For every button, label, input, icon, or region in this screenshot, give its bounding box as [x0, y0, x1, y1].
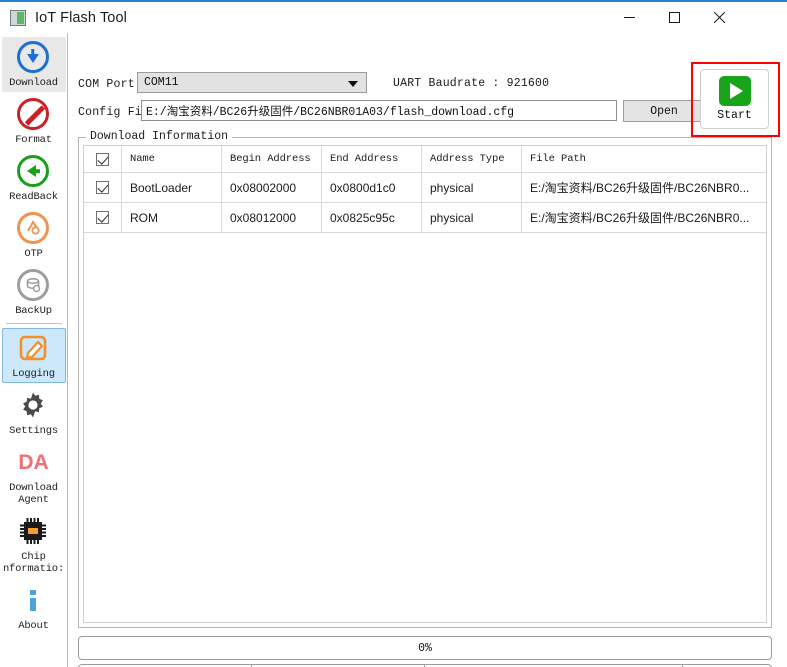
otp-circle-icon — [16, 212, 51, 246]
chip-icon — [17, 515, 51, 549]
com-port-label: COM Port — [78, 78, 135, 91]
sidebar-label-backup: BackUp — [15, 305, 52, 317]
row-end-address: 0x0800d1c0 — [322, 173, 422, 202]
minimize-button[interactable] — [607, 2, 652, 33]
header-end-address: End Address — [322, 146, 422, 172]
logging-pencil-icon — [17, 332, 51, 366]
sidebar-item-logging[interactable]: Logging — [1, 328, 66, 383]
row-checkbox-cell[interactable] — [84, 203, 122, 232]
com-port-value: COM11 — [144, 76, 179, 89]
sidebar-item-chip-information[interactable]: Chip nformatio: — [2, 511, 66, 578]
sidebar-label-otp: OTP — [24, 248, 43, 260]
readback-circle-icon — [16, 155, 51, 189]
backup-circle-icon — [16, 269, 51, 303]
row-checkbox[interactable] — [96, 211, 109, 224]
sidebar-label-about: About — [18, 620, 49, 632]
sidebar-label-download-agent: Download Agent — [9, 482, 58, 506]
info-icon — [17, 584, 51, 618]
window-title: IoT Flash Tool — [35, 9, 127, 26]
sidebar-label-chip-information: Chip nformatio: — [2, 551, 64, 575]
progress-text: 0% — [418, 641, 432, 655]
close-icon — [713, 11, 726, 24]
gear-icon — [17, 389, 51, 423]
iot-flash-tool-window: IoT Flash Tool Download Format ReadBack … — [0, 0, 787, 667]
uart-baudrate-label: UART Baudrate : 921600 — [393, 77, 550, 90]
table-row[interactable]: BootLoader 0x08002000 0x0800d1c0 physica… — [84, 173, 766, 203]
row-end-address: 0x0825c95c — [322, 203, 422, 232]
maximize-button[interactable] — [652, 2, 697, 33]
start-button[interactable]: Start — [700, 69, 769, 129]
open-button-label: Open — [650, 104, 678, 118]
da-text: DA — [18, 451, 49, 474]
sidebar-item-settings[interactable]: Settings — [2, 385, 66, 440]
download-information-table: Name Begin Address End Address Address T… — [83, 145, 767, 623]
header-begin-address: Begin Address — [222, 146, 322, 172]
header-address-type: Address Type — [422, 146, 522, 172]
config-file-value: E:/淘宝资料/BC26升级固件/BC26NBR01A03/flash_down… — [146, 105, 515, 119]
download-information-title: Download Information — [86, 130, 233, 143]
sidebar: Download Format ReadBack OTP BackUp Logg… — [0, 33, 68, 667]
minimize-icon — [624, 17, 635, 18]
sidebar-item-otp[interactable]: OTP — [2, 208, 66, 263]
sidebar-item-readback[interactable]: ReadBack — [2, 151, 66, 206]
header-select-all-cell[interactable] — [84, 146, 122, 172]
close-button[interactable] — [697, 2, 742, 33]
row-name: ROM — [122, 203, 222, 232]
row-begin-address: 0x08002000 — [222, 173, 322, 202]
format-circle-icon — [16, 98, 51, 132]
row-file-path: E:/淘宝资料/BC26升级固件/BC26NBR0... — [530, 211, 750, 225]
sidebar-label-download: Download — [9, 77, 58, 89]
maximize-icon — [669, 12, 680, 23]
start-button-label: Start — [717, 109, 752, 122]
sidebar-label-format: Format — [15, 134, 52, 146]
row-checkbox-cell[interactable] — [84, 173, 122, 202]
play-icon — [718, 76, 751, 106]
row-begin-address: 0x08012000 — [222, 203, 322, 232]
progress-bar: 0% — [78, 636, 772, 660]
sidebar-item-backup[interactable]: BackUp — [2, 265, 66, 320]
table-row[interactable]: ROM 0x08012000 0x0825c95c physical E:/淘宝… — [84, 203, 766, 233]
sidebar-item-download-agent[interactable]: DA Download Agent — [2, 442, 66, 509]
sidebar-item-format[interactable]: Format — [2, 94, 66, 149]
row-name: BootLoader — [122, 173, 222, 202]
select-all-checkbox[interactable] — [96, 152, 109, 166]
main-panel: COM Port COM11 UART Baudrate : 921600 Co… — [68, 33, 787, 667]
sidebar-divider — [5, 323, 62, 324]
row-file-path: E:/淘宝资料/BC26升级固件/BC26NBR0... — [530, 181, 750, 195]
title-bar: IoT Flash Tool — [0, 2, 787, 33]
sidebar-label-settings: Settings — [9, 425, 58, 437]
sidebar-item-download[interactable]: Download — [1, 37, 66, 92]
row-address-type: physical — [422, 173, 522, 202]
sidebar-label-logging: Logging — [12, 368, 55, 380]
download-circle-icon — [16, 41, 51, 75]
header-file-path: File Path — [530, 153, 586, 165]
row-address-type: physical — [422, 203, 522, 232]
sidebar-label-readback: ReadBack — [9, 191, 58, 203]
row-checkbox[interactable] — [96, 181, 109, 194]
table-header-row: Name Begin Address End Address Address T… — [84, 146, 766, 173]
com-port-select[interactable]: COM11 — [137, 72, 367, 93]
app-icon — [10, 9, 26, 26]
sidebar-item-about[interactable]: About — [2, 580, 66, 635]
chevron-down-icon — [348, 81, 358, 87]
header-name: Name — [122, 146, 222, 172]
config-file-input[interactable]: E:/淘宝资料/BC26升级固件/BC26NBR01A03/flash_down… — [141, 100, 617, 121]
da-text-icon: DA — [17, 446, 51, 480]
